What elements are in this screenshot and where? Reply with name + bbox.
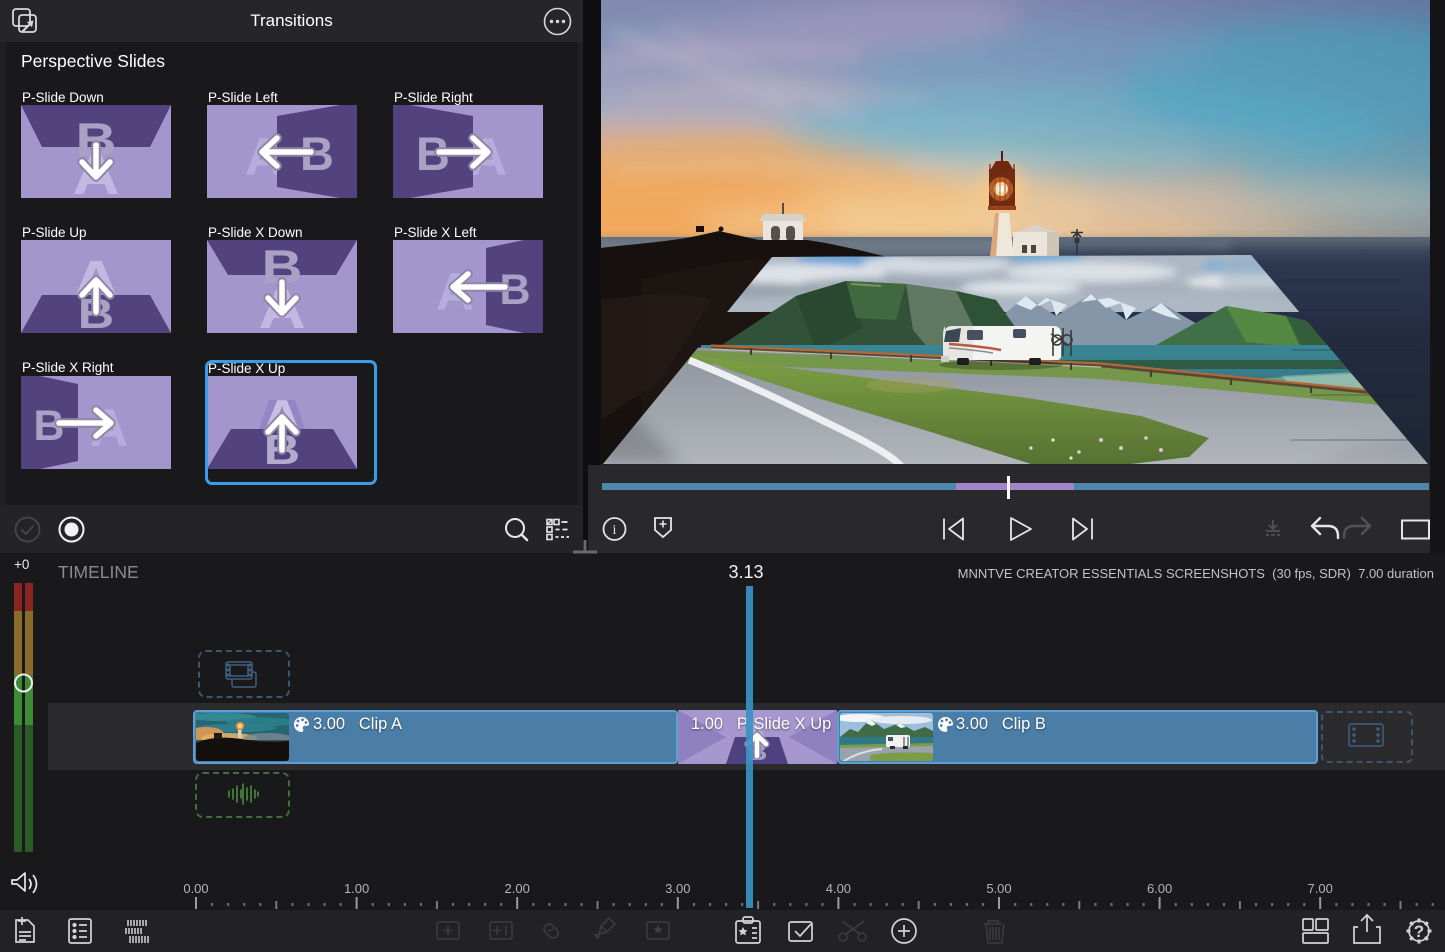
svg-text:?: ?: [1414, 922, 1424, 941]
svg-text:i: i: [613, 523, 617, 538]
